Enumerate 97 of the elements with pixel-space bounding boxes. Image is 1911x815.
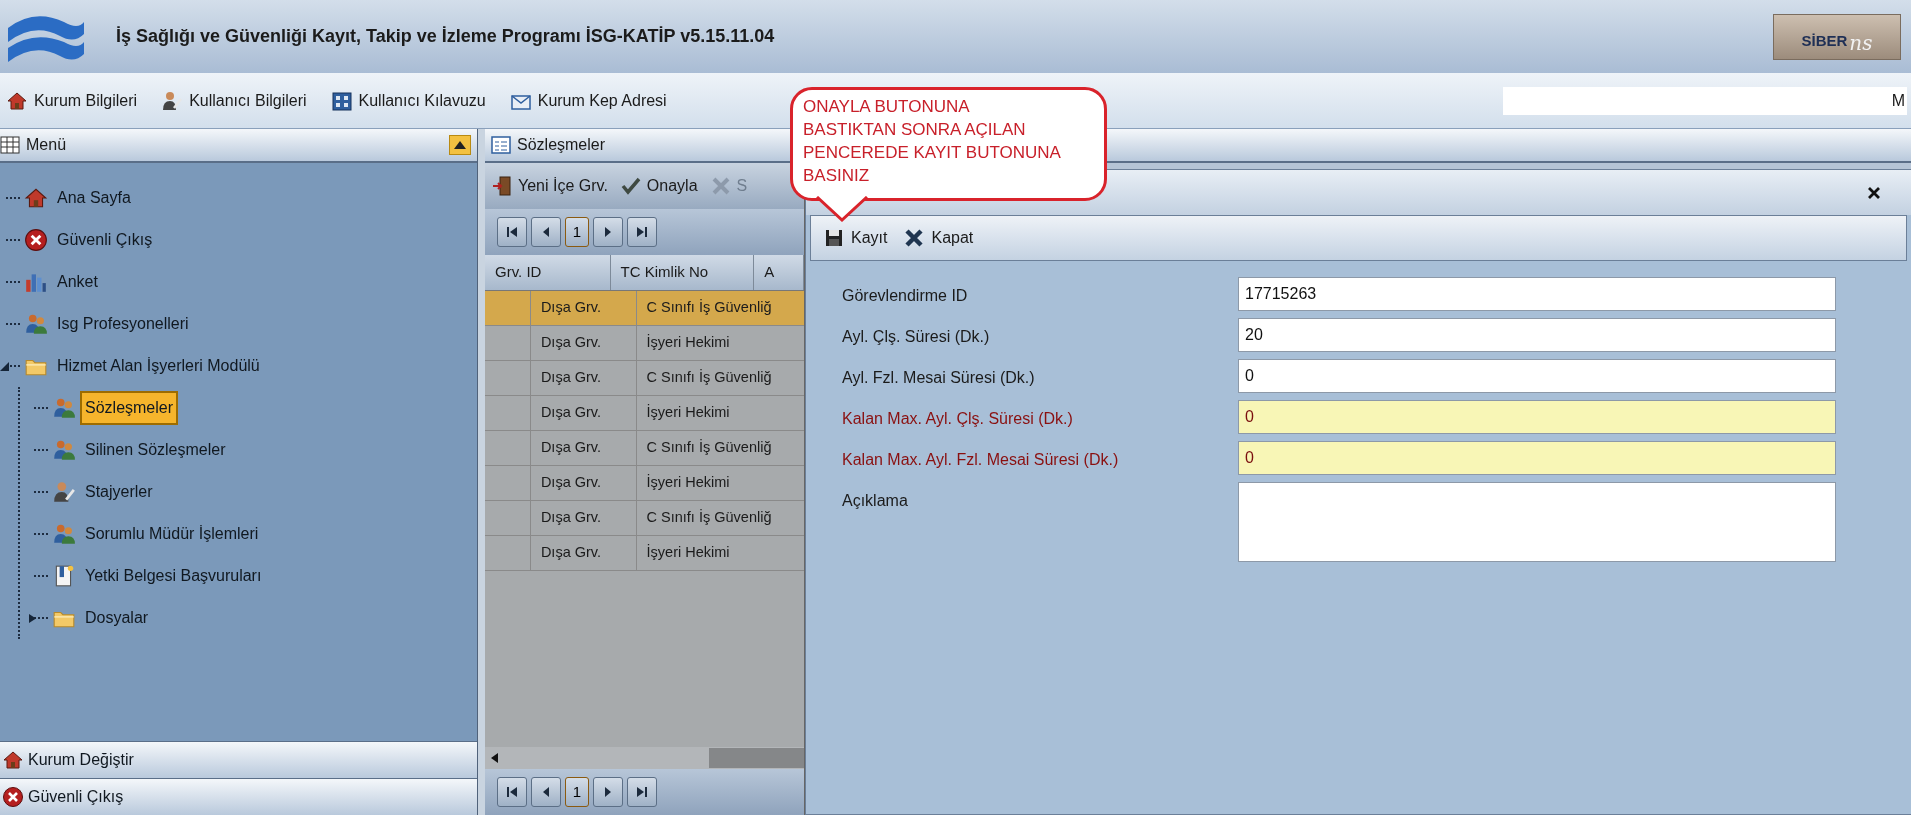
left-arrow-icon: [491, 753, 498, 763]
person-pen-icon: [161, 89, 184, 112]
tree-item[interactable]: Isg Profesyonelleri: [52, 307, 194, 341]
close-icon: [1867, 185, 1881, 200]
house-icon: [24, 186, 48, 210]
callout-text: ONAYLA BUTONUNA BASTIKTAN SONRA AÇILAN PENCEREDE KAYIT BUTONUNA BASINIZ: [803, 96, 1062, 187]
last-page-icon: [636, 786, 648, 798]
page-number[interactable]: 1: [565, 217, 589, 247]
table-cell-text: C Sınıfı İş Güvenliğ: [645, 298, 773, 318]
house-icon: [2, 749, 24, 771]
expander-icon[interactable]: [0, 361, 9, 371]
last-page-icon: [636, 226, 648, 238]
close-circle-icon: [24, 228, 48, 252]
collapse-button[interactable]: [449, 135, 471, 155]
toolbar-button[interactable]: Kullanıcı Kılavuzu: [328, 86, 488, 115]
input-field[interactable]: 0: [1238, 359, 1836, 393]
table-cell: Dışa Grv.: [530, 431, 637, 465]
expander-icon[interactable]: [28, 613, 37, 623]
people-icon: [24, 312, 48, 336]
tree-item[interactable]: Yetki Belgesi Başvuruları: [80, 559, 267, 593]
brand-suffix: ns: [1849, 32, 1873, 53]
tree-item[interactable]: Stajyerler: [80, 475, 158, 509]
last-page-button[interactable]: [627, 217, 657, 247]
close-button[interactable]: [1867, 185, 1881, 200]
toolbar-button[interactable]: Yeni İçe Grv.: [491, 174, 608, 198]
menu-title: Menü: [26, 135, 67, 155]
table-cell-text: C Sınıfı İş Güvenliğ: [645, 508, 773, 528]
toolbar-button[interactable]: Onayla: [619, 174, 698, 198]
door-icon: [491, 175, 513, 197]
toolbar-button[interactable]: Kurum Kep Adresi: [507, 86, 669, 115]
window-title: İş Sağlığı ve Güvenliği Kayıt, Takip ve İzleme Programı İSG-KATİP v5.15.11.04: [116, 25, 775, 48]
panel-title: Sözleşmeler: [517, 135, 606, 155]
tree-item[interactable]: Sorumlu Müdür İşlemleri: [80, 517, 264, 551]
tree-item[interactable]: Ana Sayfa: [52, 181, 136, 215]
person-pen-icon: [52, 480, 76, 504]
field-label: Ayl. Çlş. Süresi (Dk.): [842, 327, 991, 347]
previous-page-button[interactable]: [531, 777, 561, 807]
tree-item[interactable]: Anket: [52, 265, 103, 299]
grid-icon: [0, 136, 20, 154]
field-label: Görevlendirme ID: [842, 286, 969, 306]
column-header: TC Kimlik No: [610, 255, 755, 290]
field-label: Kalan Max. Ayl. Fzl. Mesai Süresi (Dk.): [842, 450, 1120, 470]
cross-icon: [903, 227, 926, 249]
table-cell-text: C Sınıfı İş Güvenliğ: [645, 438, 773, 458]
table-cell: Dışa Grv.: [530, 326, 637, 360]
scrollbar-thumb[interactable]: [709, 748, 804, 768]
table-cell: Dışa Grv.: [530, 501, 637, 535]
field-label: Ayl. Fzl. Mesai Süresi (Dk.): [842, 368, 1036, 388]
tree-item[interactable]: Güvenli Çıkış: [52, 223, 158, 257]
menu-button[interactable]: Kurum Değiştir: [0, 741, 477, 778]
form-icon: [491, 136, 511, 154]
people-icon: [52, 522, 76, 546]
tree-item[interactable]: Sözleşmeler: [80, 391, 179, 425]
close-circle-icon: [2, 786, 24, 808]
table-cell-text: İşyeri Hekimi: [645, 543, 731, 563]
column-header: Grv. ID: [485, 255, 611, 290]
next-page-button[interactable]: [593, 217, 623, 247]
toolbar-button[interactable]: Kapat: [903, 226, 974, 250]
table-cell: Dışa Grv.: [530, 466, 637, 500]
table-cell-text: C Sınıfı İş Güvenliğ: [645, 368, 773, 388]
input-field[interactable]: 17715263: [1238, 277, 1836, 311]
first-page-button[interactable]: [497, 217, 527, 247]
previous-page-button[interactable]: [531, 217, 561, 247]
last-page-button[interactable]: [627, 777, 657, 807]
table-cell-text: İşyeri Hekimi: [645, 403, 731, 423]
input-field[interactable]: 0: [1238, 441, 1836, 475]
toolbar-button[interactable]: Kurum Bilgileri: [4, 86, 140, 115]
up-triangle-icon: [454, 141, 466, 149]
tree-item[interactable]: Silinen Sözleşmeler: [80, 433, 231, 467]
field-label: Kalan Max. Ayl. Çlş. Süresi (Dk.): [842, 409, 1074, 429]
first-page-button[interactable]: [497, 777, 527, 807]
brand-name: SİBER: [1801, 31, 1848, 51]
building-icon: [330, 89, 353, 112]
table-cell-text: İşyeri Hekimi: [645, 333, 731, 353]
first-page-icon: [506, 226, 518, 238]
first-page-icon: [506, 786, 518, 798]
tree-item[interactable]: Hizmet Alan İşyerleri Modülü: [52, 349, 265, 383]
toolbar-button[interactable]: Kayıt: [823, 226, 888, 250]
page-number[interactable]: 1: [565, 777, 589, 807]
tree-item[interactable]: Dosyalar: [80, 601, 154, 635]
table-cell: Dışa Grv.: [530, 536, 637, 570]
input-field[interactable]: 0: [1238, 400, 1836, 434]
toolbar-button[interactable]: Kullanıcı Bilgileri: [159, 86, 309, 115]
table-cell: Dışa Grv.: [530, 291, 637, 325]
column-header: A: [754, 255, 804, 290]
menu-button[interactable]: Güvenli Çıkış: [0, 778, 477, 815]
people-icon: [52, 396, 76, 420]
field-label: Açıklama: [842, 491, 909, 511]
table-cell-text: İşyeri Hekimi: [645, 473, 731, 493]
table-cell: Dışa Grv.: [530, 361, 637, 395]
user-field: M: [1503, 86, 1907, 115]
text-area[interactable]: [1238, 482, 1836, 562]
check-icon: [619, 175, 642, 197]
people-icon: [52, 438, 76, 462]
input-field[interactable]: 20: [1238, 318, 1836, 352]
next-page-button[interactable]: [593, 777, 623, 807]
table-cell: Dışa Grv.: [530, 396, 637, 430]
